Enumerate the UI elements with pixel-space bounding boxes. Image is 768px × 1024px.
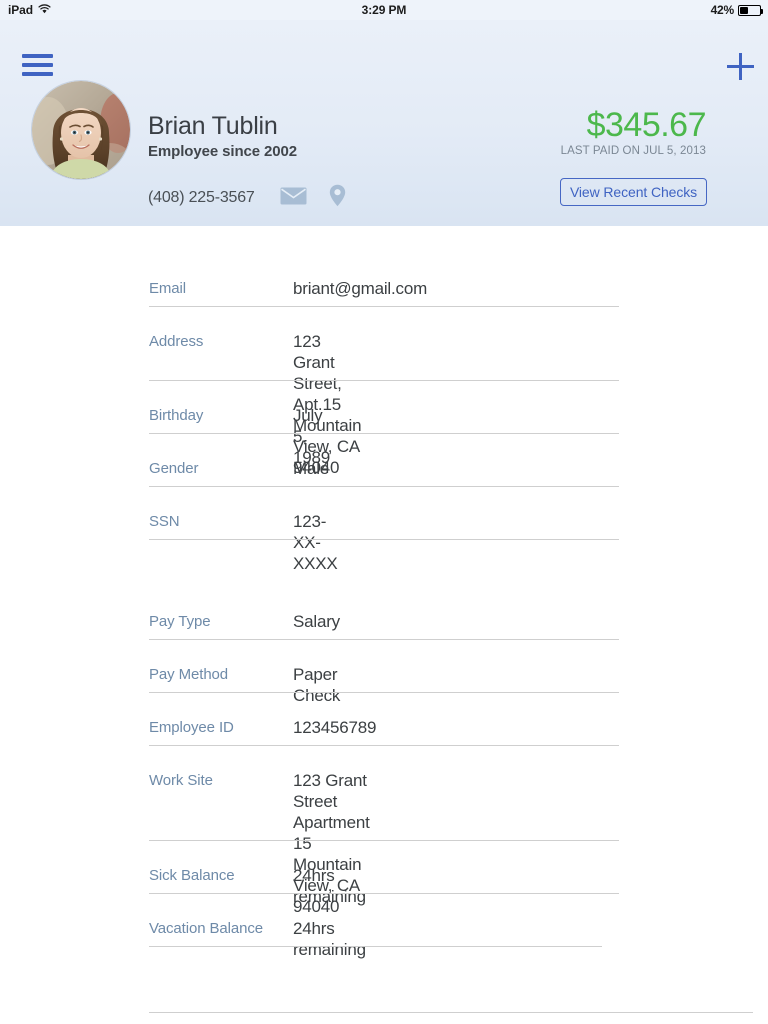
map-pin-icon[interactable] — [329, 184, 346, 212]
navigation-bar — [0, 20, 768, 80]
field-divider — [149, 893, 619, 894]
field-value: 123456789 — [293, 718, 377, 737]
last-pay-amount: $345.67 — [586, 106, 707, 144]
status-bar: iPad 3:29 PM 42% — [0, 0, 768, 20]
field-divider — [149, 306, 619, 307]
status-bar-clock: 3:29 PM — [361, 3, 407, 17]
battery-icon — [738, 4, 763, 16]
field-label: Address — [149, 333, 204, 350]
contact-row: (408) 225-3567 — [148, 184, 346, 212]
envelope-icon[interactable] — [280, 187, 307, 210]
employee-tenure: Employee since 2002 — [148, 143, 298, 160]
field-label: Email — [149, 280, 187, 297]
field-value: 123-XX-XXXX — [293, 512, 338, 573]
hamburger-menu-icon[interactable] — [22, 54, 53, 76]
field-divider — [149, 1012, 753, 1013]
field-value: 24hrs remaining — [293, 866, 366, 906]
field-label: Vacation Balance — [149, 920, 264, 937]
profile-header: Brian Tublin Employee since 2002 (408) 2… — [0, 20, 768, 226]
field-divider — [149, 433, 619, 434]
field-divider — [149, 380, 619, 381]
field-value: Male — [293, 459, 330, 478]
employee-details-content: Email briant@gmail.com Address 123 Grant St… — [0, 226, 768, 1024]
field-divider — [149, 840, 619, 841]
battery-percentage: 42% — [710, 3, 735, 17]
field-value: Salary — [293, 612, 340, 631]
field-label: Work Site — [149, 772, 213, 789]
field-label: Gender — [149, 460, 199, 477]
field-value: Paper Check — [293, 665, 341, 705]
avatar[interactable] — [32, 81, 130, 179]
field-label: Pay Type — [149, 613, 211, 630]
field-divider — [149, 486, 619, 487]
last-paid-date: LAST PAID ON JUL 5, 2013 — [560, 145, 706, 157]
view-recent-checks-button[interactable]: View Recent Checks — [560, 178, 707, 206]
field-label: Employee ID — [149, 719, 234, 736]
field-label: Pay Method — [149, 666, 229, 683]
field-value: briant@gmail.com — [293, 279, 428, 298]
field-divider — [149, 946, 602, 947]
field-label: SSN — [149, 513, 180, 530]
field-label: Sick Balance — [149, 867, 235, 884]
plus-icon[interactable] — [727, 53, 754, 80]
employee-name: Brian Tublin — [148, 112, 278, 140]
field-label: Birthday — [149, 407, 204, 424]
field-divider — [149, 539, 619, 540]
field-divider — [149, 745, 619, 746]
status-bar-right: 42% — [710, 3, 763, 17]
field-value: 24hrs remaining — [293, 919, 366, 959]
phone-number[interactable]: (408) 225-3567 — [148, 189, 255, 207]
field-divider — [149, 692, 619, 693]
field-divider — [149, 639, 619, 640]
